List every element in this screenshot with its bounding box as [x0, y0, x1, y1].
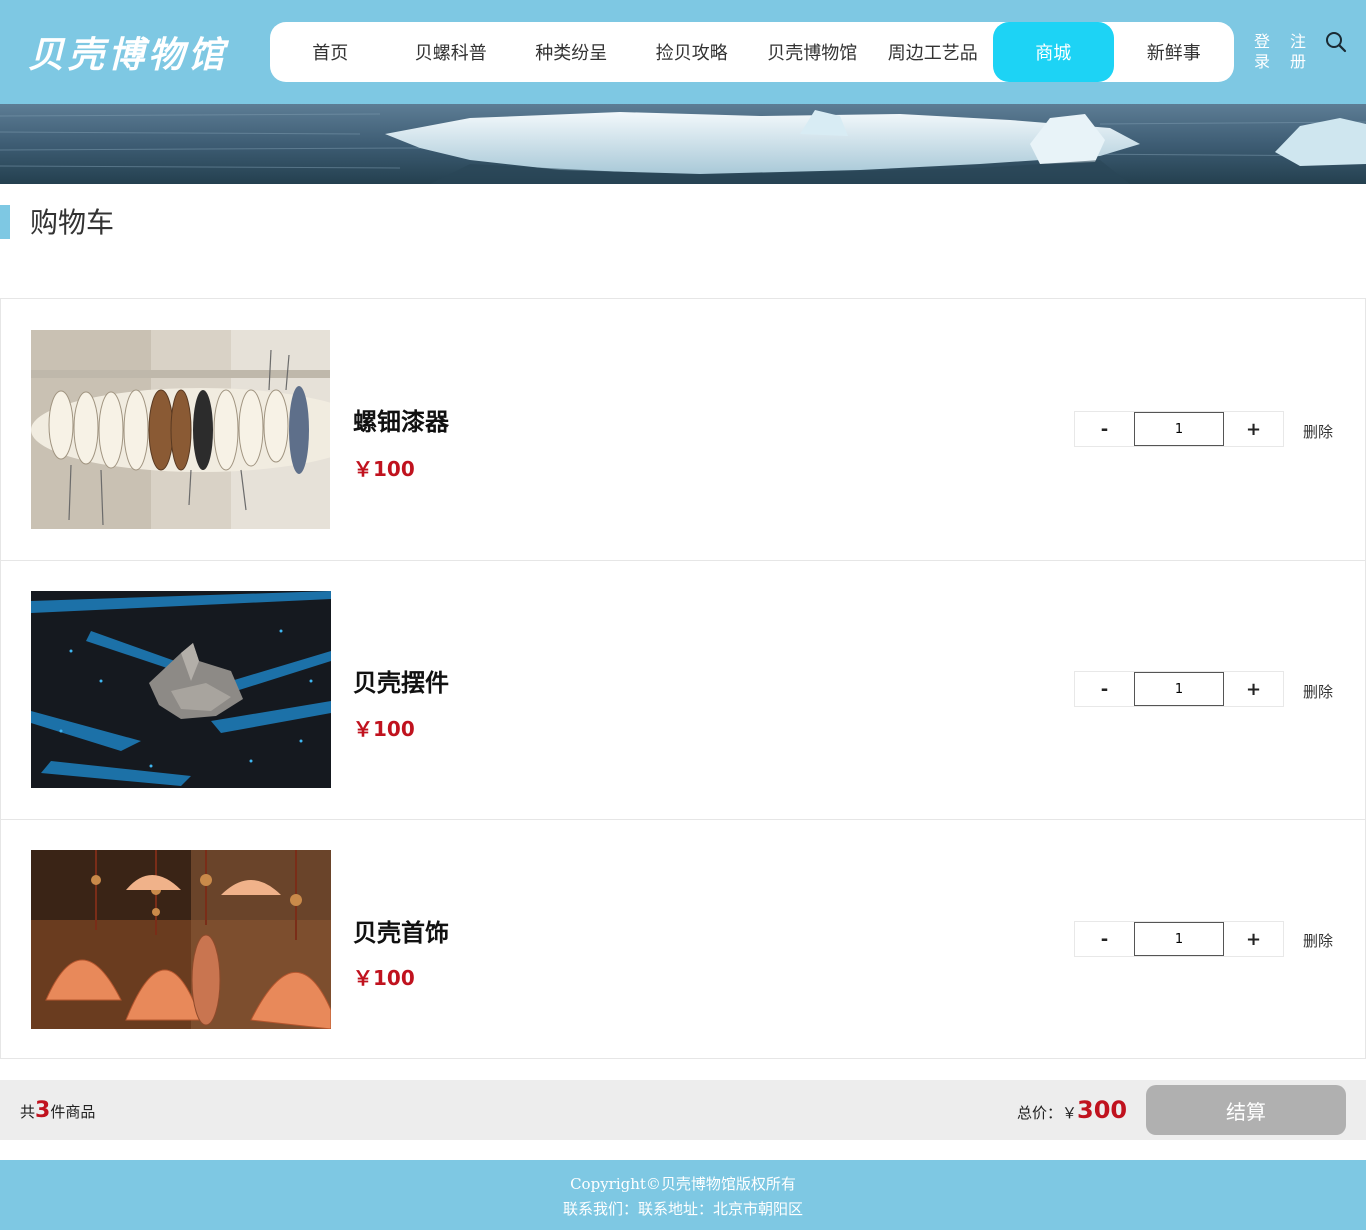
header: 贝壳博物馆 首页 贝螺科普 种类纷呈 捡贝攻略 贝壳博物馆 周边工艺品 商城 新…	[0, 0, 1366, 104]
cart-list: 螺钿漆器 ￥100 - + 删除	[0, 298, 1366, 1059]
cart-item: 贝壳摆件 ￥100 - + 删除	[1, 561, 1365, 820]
section-title-accent	[0, 205, 10, 239]
delete-button[interactable]: 删除	[1303, 421, 1333, 442]
quantity-input[interactable]	[1134, 672, 1224, 706]
main-nav: 首页 贝螺科普 种类纷呈 捡贝攻略 贝壳博物馆 周边工艺品 商城 新鲜事	[270, 22, 1234, 82]
quantity-stepper: - +	[1074, 671, 1284, 707]
increase-button[interactable]: +	[1224, 922, 1283, 956]
nav-item-shop[interactable]: 商城	[993, 22, 1114, 82]
quantity-input[interactable]	[1134, 412, 1224, 446]
quantity-input[interactable]	[1134, 922, 1224, 956]
checkout-button[interactable]: 结算	[1146, 1085, 1346, 1135]
shell-pendants-photo[interactable]	[31, 850, 331, 1029]
item-price: ￥100	[353, 966, 415, 990]
item-count-suffix: 件商品	[50, 1103, 96, 1121]
delete-button[interactable]: 删除	[1303, 681, 1333, 702]
delete-button[interactable]: 删除	[1303, 930, 1333, 951]
total-price-value: 300	[1077, 1096, 1128, 1124]
nav-item-news[interactable]: 新鲜事	[1114, 22, 1235, 82]
decrease-button[interactable]: -	[1075, 922, 1134, 956]
item-name: 贝壳首饰	[353, 919, 449, 947]
shell-bracelets-photo[interactable]	[31, 330, 330, 529]
decrease-button[interactable]: -	[1075, 672, 1134, 706]
footer: Copyright©贝壳博物馆版权所有 联系我们：联系地址：北京市朝阳区	[0, 1160, 1366, 1230]
cart-item: 螺钿漆器 ￥100 - + 删除	[1, 299, 1365, 561]
item-count-value: 3	[35, 1098, 51, 1123]
item-name: 螺钿漆器	[353, 408, 449, 436]
nav-item-species[interactable]: 种类纷呈	[511, 22, 632, 82]
increase-button[interactable]: +	[1224, 412, 1283, 446]
total-price: 总价：￥300	[1017, 1096, 1127, 1124]
item-count: 共3件商品	[20, 1098, 95, 1123]
banner-image	[0, 104, 1366, 184]
decrease-button[interactable]: -	[1075, 412, 1134, 446]
item-price: ￥100	[353, 717, 415, 741]
cart-summary-bar: 共3件商品 总价：￥300 结算	[0, 1080, 1366, 1140]
item-price: ￥100	[353, 457, 415, 481]
footer-contact: 联系我们：联系地址：北京市朝阳区	[562, 1200, 803, 1218]
cart-item: 贝壳首饰 ￥100 - + 删除	[1, 820, 1365, 1058]
quantity-stepper: - +	[1074, 921, 1284, 957]
increase-button[interactable]: +	[1224, 672, 1283, 706]
total-price-label: 总价：￥	[1017, 1104, 1078, 1122]
nav-item-crafts[interactable]: 周边工艺品	[873, 22, 994, 82]
site-logo[interactable]: 贝壳博物馆	[28, 26, 228, 78]
login-link[interactable]: 登录	[1253, 32, 1271, 72]
conch-ornament-photo[interactable]	[31, 591, 331, 788]
item-count-prefix: 共	[20, 1103, 36, 1121]
nav-item-museum[interactable]: 贝壳博物馆	[752, 22, 873, 82]
quantity-stepper: - +	[1074, 411, 1284, 447]
footer-copyright: Copyright©贝壳博物馆版权所有	[570, 1175, 796, 1193]
search-icon[interactable]	[1324, 30, 1348, 54]
page-title: 购物车	[30, 206, 115, 239]
nav-item-guide[interactable]: 捡贝攻略	[632, 22, 753, 82]
nav-item-science[interactable]: 贝螺科普	[391, 22, 512, 82]
nav-item-home[interactable]: 首页	[270, 22, 391, 82]
item-name: 贝壳摆件	[353, 669, 449, 697]
register-link[interactable]: 注册	[1289, 32, 1307, 72]
